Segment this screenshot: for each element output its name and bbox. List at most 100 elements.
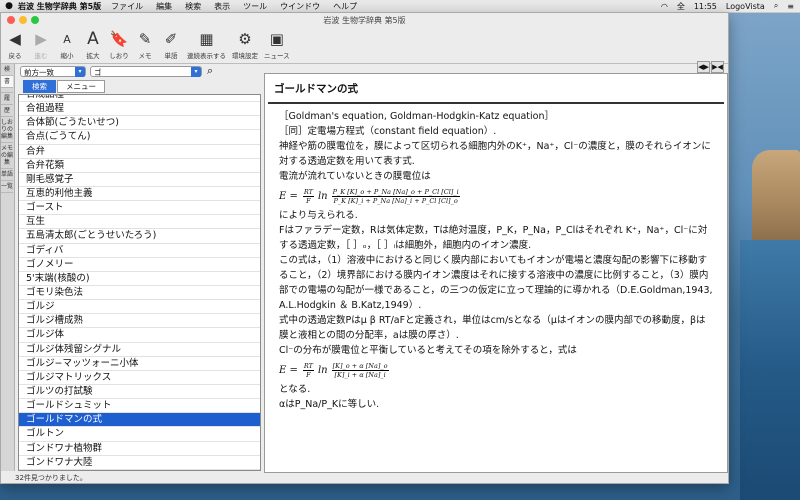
- result-item[interactable]: ゴンドワナ大陸: [19, 456, 260, 470]
- sidetab-words[interactable]: 単語: [1, 169, 13, 181]
- result-item[interactable]: 5'末端(核酸の): [19, 272, 260, 286]
- preferences-button[interactable]: ⚙ 環境設定: [232, 27, 258, 60]
- menu-view[interactable]: 表示: [214, 1, 230, 12]
- font-enlarge-icon: A: [87, 29, 99, 49]
- search-query-value: ゴ: [94, 68, 102, 77]
- eq2-numerator: [K]_o + α [Na]_o: [331, 361, 389, 371]
- eq1-coefficient: RT F: [302, 188, 314, 205]
- sidetab-memo-edit[interactable]: メモの編集: [1, 143, 13, 169]
- title-bar[interactable]: 岩波 生物学辞典 第5版: [1, 13, 728, 27]
- article-line: αはP_Na/P_Kに等しい.: [279, 399, 380, 410]
- sidetab-history-1[interactable]: 履: [1, 93, 13, 105]
- menu-tools[interactable]: ツール: [243, 1, 267, 12]
- apple-icon[interactable]: ●: [0, 1, 18, 11]
- article-title: ゴールドマンの式: [268, 74, 724, 104]
- eq1-coef-den: F: [306, 196, 311, 205]
- search-icon[interactable]: ⌕: [207, 64, 221, 78]
- search-mode-select[interactable]: 前方一致 ▾: [20, 66, 86, 77]
- result-item[interactable]: 互恵的利他主義: [19, 187, 260, 202]
- result-item[interactable]: ゴールドマンの式: [19, 413, 260, 428]
- back-arrow-icon: ◀: [9, 30, 21, 48]
- result-item[interactable]: ゴディバ: [19, 244, 260, 258]
- results-list[interactable]: 合成品種 合祖過程 合体節(ごうたいせつ) 合点(ごうてん) 合弁 合弁花類 剛毛感覚子 互恵…: [18, 94, 261, 471]
- continuous-view-label: 連続表示する: [187, 52, 226, 60]
- article-line: 電流が流れていないときの膜電位は: [279, 171, 431, 182]
- result-item[interactable]: 互生: [19, 215, 260, 230]
- eq2-coefficient: RT F: [302, 361, 314, 379]
- tab-menu[interactable]: メニュー: [57, 80, 105, 93]
- forward-button[interactable]: ▶ 進む: [31, 27, 51, 60]
- continuous-view-button[interactable]: ▦ 連続表示する: [187, 27, 226, 60]
- news-label: ニュース: [264, 52, 290, 60]
- battery-status[interactable]: 全: [677, 1, 685, 12]
- desktop-sea: [740, 240, 800, 500]
- menu-search[interactable]: 検索: [185, 1, 201, 12]
- result-item[interactable]: 合成品種: [19, 95, 260, 103]
- result-item[interactable]: ゴルジマトリックス: [19, 371, 260, 385]
- search-input[interactable]: ゴ ▾: [90, 66, 202, 77]
- memo-icon: ✎: [138, 30, 152, 48]
- sidetab-book[interactable]: 書: [1, 76, 13, 88]
- result-item[interactable]: 合体節(ごうたいせつ): [19, 116, 260, 131]
- result-item[interactable]: ゴルツの打試験: [19, 385, 260, 400]
- prev-entry-icon[interactable]: ◀▶: [697, 61, 710, 73]
- result-item[interactable]: ゴースト: [19, 201, 260, 216]
- result-item[interactable]: ゴルジ体: [19, 328, 260, 343]
- spotlight-icon[interactable]: ⌕: [774, 1, 778, 11]
- enlarge-font-button[interactable]: A 拡大: [83, 27, 103, 60]
- tab-search[interactable]: 検索: [23, 80, 56, 93]
- sidetab-bookmark-edit[interactable]: しおりの編集: [1, 117, 13, 143]
- forward-label: 進む: [34, 52, 48, 60]
- toolbar: ◀ 戻る ▶ 進む A 縮小 A 拡大 🔖 しおり ✎ メモ ✐ 単語 ▦ 連続…: [1, 27, 728, 64]
- close-window-button[interactable]: [7, 16, 15, 24]
- wifi-icon[interactable]: ◠: [661, 2, 668, 11]
- menu-help[interactable]: ヘルプ: [333, 1, 357, 12]
- menu-window[interactable]: ウインドウ: [280, 1, 320, 12]
- result-item[interactable]: ゴンドワナ植物群: [19, 442, 260, 456]
- bookmark-button[interactable]: 🔖 しおり: [109, 27, 129, 60]
- eq2-ln: ln: [317, 364, 328, 376]
- result-item[interactable]: ゴルジ−マッツォーニ小体: [19, 357, 260, 371]
- search-area: 前方一致 ▾ ゴ ▾ ⌕ 検索 メニュー: [18, 64, 263, 93]
- menu-app-name[interactable]: 岩波 生物学辞典 第5版: [18, 1, 101, 12]
- sidetab-list[interactable]: 一覧: [1, 181, 13, 193]
- back-button[interactable]: ◀ 戻る: [5, 27, 25, 60]
- result-item[interactable]: ゴルジ: [19, 300, 260, 315]
- sidetab-history-2[interactable]: 歴: [1, 105, 13, 117]
- result-item[interactable]: ゴールドシュミット: [19, 399, 260, 414]
- gear-icon: ⚙: [238, 30, 252, 48]
- result-item[interactable]: 合弁: [19, 145, 260, 159]
- shrink-font-button[interactable]: A 縮小: [57, 27, 77, 61]
- result-item[interactable]: ゴノメリー: [19, 258, 260, 272]
- result-item[interactable]: 五島清太郎(ごとうせいたろう): [19, 229, 260, 244]
- article-line: この式は，（1）溶液中におけると同じく膜内部においてもイオンが電場と濃度勾配の影…: [279, 255, 713, 311]
- result-item[interactable]: 合点(ごうてん): [19, 130, 260, 145]
- user-name[interactable]: LogoVista: [726, 2, 765, 11]
- preferences-label: 環境設定: [232, 52, 258, 60]
- control-center-icon[interactable]: ≡: [787, 2, 794, 11]
- result-item[interactable]: 合祖過程: [19, 102, 260, 117]
- font-shrink-icon: A: [63, 32, 71, 46]
- zoom-window-button[interactable]: [31, 16, 39, 24]
- wordbook-button[interactable]: ✐ 単語: [161, 27, 181, 60]
- minimize-window-button[interactable]: [19, 16, 27, 24]
- menu-edit[interactable]: 編集: [156, 1, 172, 12]
- menu-file[interactable]: ファイル: [111, 1, 143, 12]
- chevron-down-icon: ▾: [191, 67, 201, 77]
- eq1-numerator: P_K [K]_o + P_Na [Na]_o + P_Cl [Cl]_i: [331, 187, 460, 197]
- bookmark-icon: 🔖: [109, 30, 129, 48]
- result-item[interactable]: ゴルジ体残留シグナル: [19, 343, 260, 357]
- result-item[interactable]: ゴモリ染色法: [19, 286, 260, 301]
- result-item[interactable]: 剛毛感覚子: [19, 173, 260, 187]
- eq2-coef-num: RT: [302, 361, 314, 371]
- result-item[interactable]: 合弁花類: [19, 159, 260, 173]
- article-line: ［Goldman's equation, Goldman-Hodgkin-Kat…: [279, 111, 554, 122]
- news-button[interactable]: ▣ ニュース: [264, 27, 290, 60]
- memo-button[interactable]: ✎ メモ: [135, 27, 155, 60]
- sidetab-search[interactable]: 検: [1, 64, 13, 76]
- search-mode-value: 前方一致: [24, 68, 54, 77]
- result-item[interactable]: ゴルジ槽成熟: [19, 314, 260, 329]
- result-item[interactable]: ゴルトン: [19, 427, 260, 442]
- next-entry-icon[interactable]: ▶◀: [711, 61, 724, 73]
- clock[interactable]: 11:55: [694, 2, 717, 11]
